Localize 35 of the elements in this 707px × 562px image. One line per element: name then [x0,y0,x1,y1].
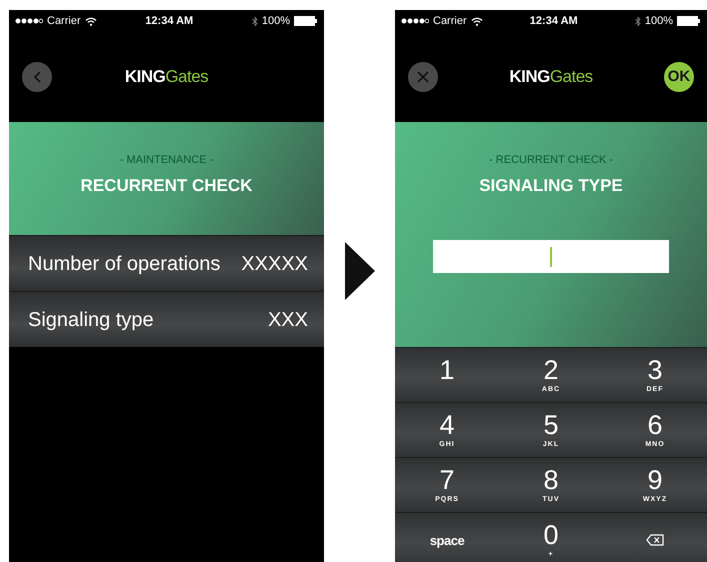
wifi-icon [470,16,483,26]
brand-logo: KINGGates [508,66,594,88]
status-time: 12:34 AM [144,14,194,29]
backspace-icon [646,534,664,546]
battery-percent: 100% [262,14,290,29]
close-button[interactable] [408,62,438,92]
wifi-icon [84,16,97,26]
row-value: XXXXX [241,252,308,276]
carrier-name: Carrier [433,14,467,29]
close-icon [417,71,429,83]
ok-button[interactable]: OK [664,62,694,92]
row-value: XXX [268,308,308,332]
carrier-name: Carrier [47,14,81,29]
section-overline: - MAINTENANCE - [118,153,214,168]
battery-icon [677,16,701,26]
chevron-left-icon [33,71,41,83]
space-key[interactable]: space [395,512,499,562]
battery-percent: 100% [644,14,673,29]
bluetooth-icon [252,16,258,26]
bluetooth-icon [634,16,641,26]
brand-logo: KINGGates [124,66,210,88]
delete-key[interactable] [603,512,707,562]
section-title: SIGNALING TYPE [478,174,624,196]
keypad-key[interactable]: 1 [395,347,499,402]
back-button[interactable] [22,62,52,92]
arrow-right-icon [344,242,374,300]
signal-icon [401,18,429,24]
section-title: RECURRENT CHECK [80,174,254,196]
text-input-field[interactable] [433,240,669,273]
row-label: Signaling type [28,308,154,332]
section-overline: - RECURRENT CHECK - [488,153,614,168]
status-time: 12:34 AM [528,14,579,29]
row-label: Number of operations [28,252,220,276]
battery-icon [294,16,318,26]
signal-icon [15,18,43,24]
